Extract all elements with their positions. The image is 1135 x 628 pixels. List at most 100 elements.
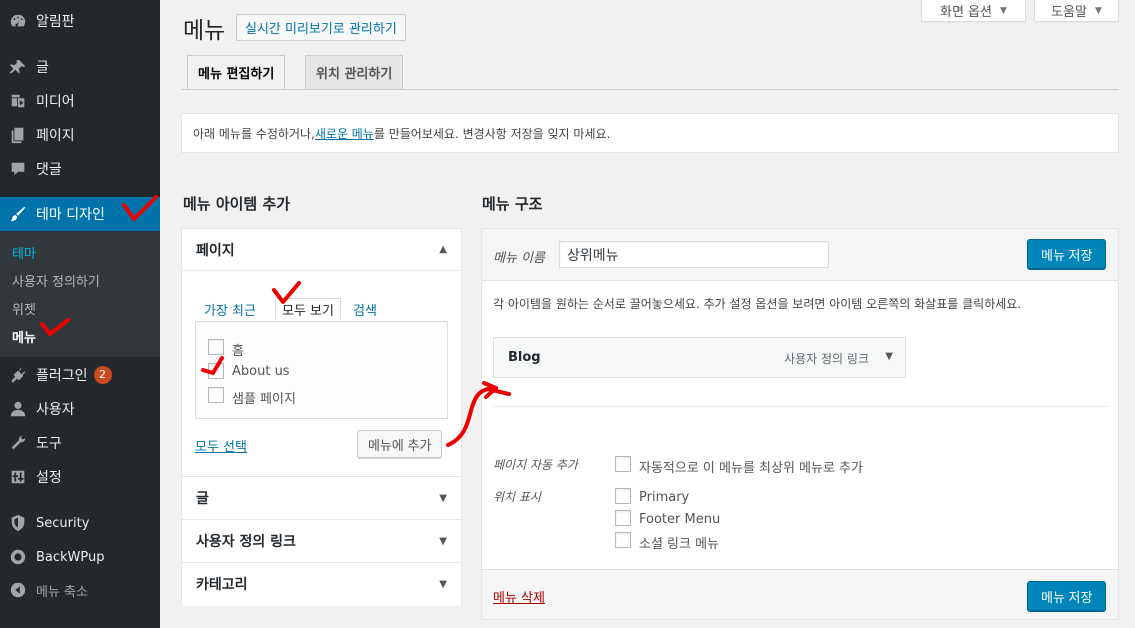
tab-most-recent[interactable]: 가장 최근 [198, 298, 262, 320]
add-menu-items-heading: 메뉴 아이템 추가 [183, 195, 291, 213]
menu-name-input[interactable]: 상위메뉴 [559, 241, 829, 268]
sidebar-item-security[interactable]: Security [0, 506, 160, 540]
sidebar-item-label: 글 [36, 60, 49, 76]
dashboard-icon [0, 12, 36, 30]
media-icon [0, 92, 36, 110]
settings-icon [0, 468, 36, 486]
sidebar-item-plugins[interactable]: 플러그인 2 [0, 358, 160, 392]
sidebar-item-pages[interactable]: 페이지 [0, 118, 160, 152]
save-menu-button[interactable]: 메뉴 저장 [1027, 239, 1107, 269]
location-label-footer: Footer Menu [639, 512, 721, 527]
arrow-down-icon: ▼ [439, 492, 447, 504]
submenu-item-menus[interactable]: 메뉴 [12, 327, 36, 346]
sidebar-item-settings[interactable]: 설정 [0, 460, 160, 494]
menu-item-toggle-icon[interactable]: ▼ [885, 351, 893, 362]
tab-manage-locations[interactable]: 위치 관리하기 [305, 55, 404, 90]
page-checkbox-about[interactable] [208, 363, 224, 379]
notice-text: 아래 메뉴를 수정하거나, [193, 126, 315, 141]
accordion-title: 카테고리 [196, 577, 248, 593]
help-label: 도움말 [1051, 5, 1087, 20]
sidebar-item-posts[interactable]: 글 [0, 50, 160, 84]
location-checkbox-primary[interactable] [615, 488, 631, 504]
submenu-item-customize[interactable]: 사용자 정의하기 [12, 271, 100, 290]
auto-add-option-label: 자동적으로 이 메뉴를 최상위 메뉴로 추가 [639, 461, 863, 476]
sidebar-item-appearance[interactable]: 테마 디자인 [0, 197, 160, 231]
sidebar-item-comments[interactable]: 댓글 [0, 152, 160, 186]
accordion-title: 페이지 [196, 242, 235, 259]
display-location-label: 위치 표시 [493, 490, 541, 504]
page-label-sample: 샘플 페이지 [232, 392, 296, 407]
brush-icon [0, 205, 36, 223]
save-menu-button-bottom[interactable]: 메뉴 저장 [1027, 581, 1107, 611]
sidebar-item-tools[interactable]: 도구 [0, 426, 160, 460]
accordion-title: 글 [196, 491, 209, 507]
page-checkbox-home[interactable] [208, 339, 224, 355]
appearance-submenu: 테마 사용자 정의하기 위젯 메뉴 [0, 231, 160, 357]
tab-view-all[interactable]: 모두 보기 [275, 298, 341, 320]
page-title: 메뉴 [183, 18, 226, 44]
pin-icon [0, 58, 36, 76]
admin-sidebar: 알림판 글 미디어 페이지 댓글 테마 디자인 테마 사용자 정의하기 위젯 메… [0, 0, 160, 628]
select-all-link[interactable]: 모두 선택 [195, 436, 247, 455]
accordion-posts-header: 글 ▼ [182, 477, 461, 519]
sidebar-item-label: 사용자 [36, 402, 75, 418]
menu-item-title: Blog [508, 350, 541, 365]
tab-edit-menus[interactable]: 메뉴 편집하기 [187, 55, 286, 90]
auto-add-label: 페이지 자동 추가 [493, 458, 578, 472]
sidebar-item-backwpup[interactable]: BackWPup [0, 540, 160, 574]
sidebar-item-label: BackWPup [36, 549, 105, 565]
sidebar-item-label: 메뉴 축소 [36, 584, 88, 600]
accordion-posts[interactable]: 글 ▼ [182, 476, 461, 520]
update-count-badge: 2 [93, 366, 112, 384]
arrow-up-icon: ▲ [439, 244, 447, 255]
create-new-menu-link[interactable]: 새로운 메뉴 [315, 125, 374, 142]
auto-add-checkbox[interactable] [615, 456, 631, 472]
sidebar-item-label: 테마 디자인 [36, 207, 105, 223]
menu-structure-footer [482, 569, 1118, 619]
help-button[interactable]: 도움말 ▼ [1034, 0, 1119, 22]
accordion-categories-header: 카테고리 ▼ [182, 563, 461, 605]
page-label-home: 홈 [232, 344, 244, 359]
sidebar-item-media[interactable]: 미디어 [0, 84, 160, 118]
live-preview-button[interactable]: 실시간 미리보기로 관리하기 [236, 14, 406, 41]
plugin-icon [0, 366, 36, 384]
page-icon [0, 126, 36, 144]
accordion-pages-header[interactable]: 페이지 ▲ [182, 229, 461, 271]
tab-search[interactable]: 검색 [347, 298, 383, 320]
wrench-icon [0, 434, 36, 452]
accordion-title: 사용자 정의 링크 [196, 534, 296, 550]
screen-options-button[interactable]: 화면 옵션 ▼ [921, 0, 1026, 22]
arrow-down-icon: ▼ [439, 578, 447, 590]
accordion-custom-links-header: 사용자 정의 링크 ▼ [182, 520, 461, 562]
menu-item-blog[interactable]: Blog 사용자 정의 링크 ▼ [493, 337, 906, 378]
delete-menu-link[interactable]: 메뉴 삭제 [493, 587, 545, 606]
caret-down-icon: ▼ [1000, 5, 1007, 16]
sidebar-item-label: Security [36, 515, 90, 531]
sidebar-item-dashboard[interactable]: 알림판 [0, 4, 160, 38]
sidebar-item-label: 페이지 [36, 128, 75, 144]
menu-item-type: 사용자 정의 링크 [784, 352, 869, 366]
collapse-menu-button[interactable]: 메뉴 축소 [0, 573, 160, 607]
user-icon [0, 400, 36, 418]
sidebar-item-label: 도구 [36, 436, 62, 452]
sidebar-item-users[interactable]: 사용자 [0, 392, 160, 426]
page-checkbox-sample[interactable] [208, 387, 224, 403]
menu-structure-heading: 메뉴 구조 [482, 195, 543, 213]
sidebar-item-label: 플러그인 [36, 368, 88, 384]
location-label-social: 소셜 링크 메뉴 [639, 537, 720, 552]
backwpup-icon [0, 548, 36, 566]
accordion-categories[interactable]: 카테고리 ▼ [182, 562, 461, 606]
submenu-item-widgets[interactable]: 위젯 [12, 299, 36, 318]
accordion-custom-links[interactable]: 사용자 정의 링크 ▼ [182, 519, 461, 563]
location-checkbox-footer[interactable] [615, 510, 631, 526]
comment-icon [0, 160, 36, 178]
sidebar-item-label: 미디어 [36, 94, 75, 110]
manage-menus-notice: 아래 메뉴를 수정하거나, 새로운 메뉴 를 만들어보세요. 변경사항 저장을 … [181, 113, 1119, 153]
page-label-about: About us [232, 364, 290, 379]
arrow-down-icon: ▼ [439, 535, 447, 547]
menu-instructions: 각 아이템을 원하는 순서로 끌어놓으세요. 추가 설정 옵션을 보려면 아이템… [493, 297, 1022, 311]
add-to-menu-button[interactable]: 메뉴에 추가 [357, 430, 443, 458]
location-checkbox-social[interactable] [615, 532, 631, 548]
submenu-item-themes[interactable]: 테마 [12, 243, 36, 262]
menu-structure-panel [481, 228, 1119, 620]
